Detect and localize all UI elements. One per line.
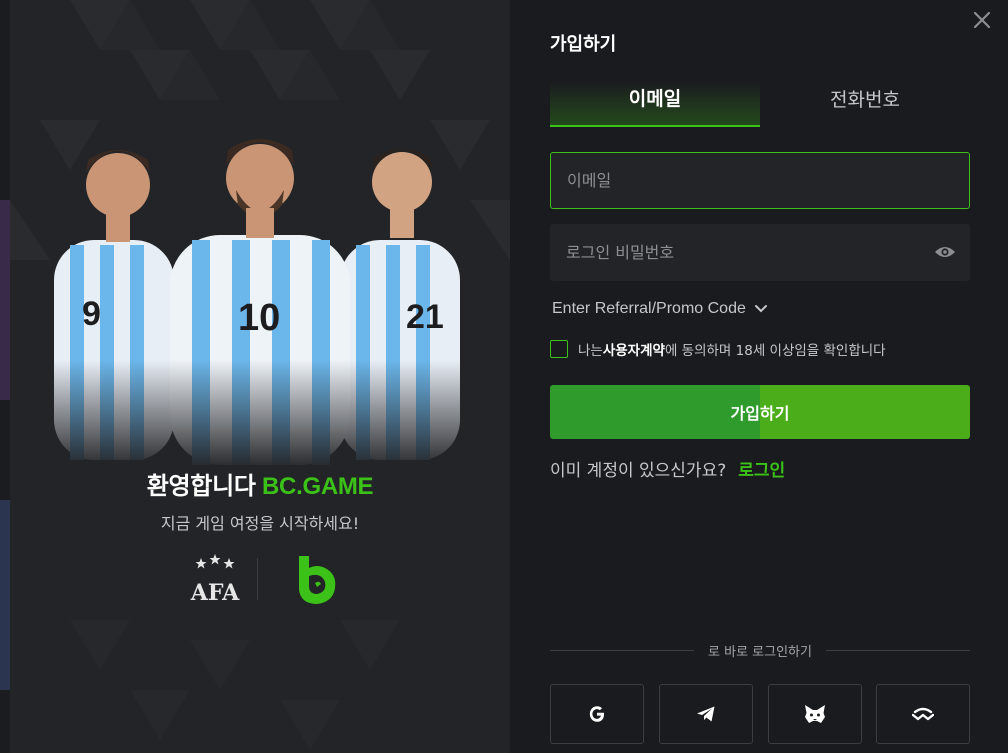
- logo-divider: [257, 558, 258, 600]
- terms-link[interactable]: 사용자계약: [603, 339, 665, 359]
- jersey-number-right: 21: [406, 298, 444, 336]
- tab-phone[interactable]: 전화번호: [760, 70, 970, 127]
- terms-checkbox[interactable]: [550, 340, 568, 358]
- google-icon: [589, 706, 604, 722]
- login-prompt: 이미 계정이 있으신가요? 로그인: [550, 456, 785, 481]
- email-input[interactable]: [551, 153, 969, 208]
- afa-text: AFA: [190, 580, 240, 606]
- eye-icon[interactable]: [934, 242, 956, 262]
- tab-label: 전화번호: [830, 89, 900, 111]
- modal-title: 가입하기: [550, 34, 617, 55]
- password-input[interactable]: [550, 224, 970, 281]
- telegram-icon: [697, 706, 715, 722]
- quick-login-text: 로 바로 로그인하기: [708, 644, 812, 660]
- referral-label: Enter Referral/Promo Code: [552, 300, 746, 317]
- metamask-icon: [805, 705, 825, 723]
- partner-logos: AFA: [185, 552, 336, 607]
- terms-prefix: 나는: [578, 343, 603, 359]
- signup-button[interactable]: 가입하기: [550, 385, 970, 439]
- telegram-login-button[interactable]: [659, 684, 753, 744]
- afa-logo-icon: AFA: [190, 554, 240, 606]
- close-button[interactable]: [972, 10, 992, 30]
- welcome-text: 환영합니다: [146, 473, 256, 500]
- chevron-down-icon: [754, 305, 767, 313]
- password-field-wrapper: [550, 224, 970, 281]
- divider-line: [550, 649, 695, 651]
- bcgame-logo-icon: [299, 556, 336, 604]
- terms-suffix: 에 동의하며 18세 이상임을 확인합니다: [664, 343, 886, 359]
- jersey-number-center: 10: [238, 297, 280, 339]
- walletconnect-icon: [912, 707, 934, 721]
- referral-code-toggle[interactable]: Enter Referral/Promo Code: [552, 300, 768, 318]
- background-card: [0, 200, 10, 400]
- signup-modal: 가입하기 이메일 전화번호 Enter Referral/Promo Code …: [510, 0, 1008, 753]
- signup-method-tabs: 이메일 전화번호: [550, 70, 970, 128]
- terms-agreement: 나는 사용자계약 에 동의하며 18세 이상임을 확인합니다: [550, 339, 886, 359]
- jersey-number-left: 9: [82, 295, 101, 333]
- background-card: [0, 500, 10, 690]
- promo-panel: 9 21 10 환영합니다 BC.GAME 지금 게임 여정을 시작하세요! A…: [10, 0, 510, 753]
- promo-subtitle: 지금 게임 여정을 시작하세요!: [160, 514, 360, 533]
- tab-label: 이메일: [628, 88, 682, 110]
- login-link[interactable]: 로그인: [738, 461, 785, 481]
- google-login-button[interactable]: [550, 684, 644, 744]
- tab-email[interactable]: 이메일: [550, 70, 760, 127]
- brand-name: BC.GAME: [262, 473, 374, 500]
- email-field-wrapper: [550, 152, 970, 209]
- background-page-strip: [0, 0, 10, 753]
- promo-title: 환영합니다 BC.GAME: [10, 466, 510, 501]
- triangle-pattern: 9 21 10: [10, 0, 510, 750]
- metamask-login-button[interactable]: [768, 684, 862, 744]
- have-account-text: 이미 계정이 있으신가요?: [550, 461, 727, 481]
- divider-line: [825, 649, 971, 651]
- close-icon: [973, 11, 991, 29]
- quick-login-divider: 로 바로 로그인하기: [550, 640, 971, 660]
- walletconnect-login-button[interactable]: [876, 684, 970, 744]
